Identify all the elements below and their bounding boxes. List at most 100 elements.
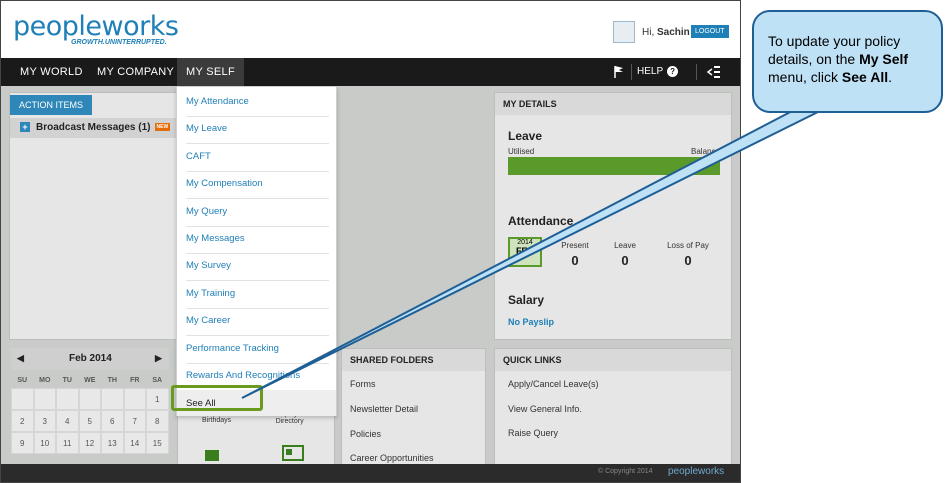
next-month-icon[interactable]: ▶ bbox=[155, 353, 162, 364]
main-nav: MY WORLD MY COMPANY MY SELF HELP? bbox=[1, 58, 740, 86]
utilised-label: Utilised bbox=[508, 147, 535, 156]
present-label: Present bbox=[561, 241, 589, 250]
attendance-month-box[interactable]: 2014 FEB bbox=[508, 237, 542, 267]
broadcast-messages[interactable]: + Broadcast Messages (1) NEW bbox=[20, 122, 171, 133]
nav-my-company[interactable]: MY COMPANY bbox=[88, 58, 183, 86]
folder-policies[interactable]: Policies bbox=[350, 429, 381, 439]
peopleworks-logo[interactable]: peopleworks bbox=[13, 11, 179, 42]
att-month: FEB bbox=[516, 246, 534, 256]
calendar-week: 9 10 11 12 13 14 15 bbox=[11, 432, 169, 454]
calendar-day[interactable]: 14 bbox=[123, 432, 146, 454]
nav-divider bbox=[631, 64, 632, 80]
calendar-day[interactable] bbox=[33, 388, 56, 410]
nav-my-self[interactable]: MY SELF bbox=[177, 58, 244, 86]
calendar-day[interactable] bbox=[56, 388, 79, 410]
calendar-day[interactable]: 12 bbox=[78, 432, 101, 454]
calendar-day[interactable]: 5 bbox=[78, 410, 101, 432]
calendar-day[interactable]: 2 bbox=[11, 410, 34, 432]
expand-icon: + bbox=[20, 122, 30, 132]
menu-item-my-survey[interactable]: My Survey bbox=[186, 260, 329, 281]
footer-brand: peopleworks bbox=[668, 466, 725, 477]
calendar-day[interactable] bbox=[78, 388, 101, 410]
calendar-day[interactable] bbox=[101, 388, 124, 410]
calendar-day[interactable]: 10 bbox=[33, 432, 56, 454]
salary-title: Salary bbox=[508, 293, 545, 307]
calendar-week: 1 bbox=[11, 388, 169, 410]
quick-link-general-info[interactable]: View General Info. bbox=[508, 404, 582, 414]
calendar-day[interactable]: 6 bbox=[101, 410, 124, 432]
my-details-panel: MY DETAILS Leave Utilised Balance Attend… bbox=[494, 92, 732, 340]
nav-my-world[interactable]: MY WORLD bbox=[11, 58, 92, 86]
balance-label: Balance bbox=[691, 147, 720, 156]
quick-link-raise-query[interactable]: Raise Query bbox=[508, 428, 558, 438]
help-button[interactable]: HELP? bbox=[637, 58, 679, 86]
calendar-day[interactable]: 1 bbox=[146, 388, 169, 410]
user-greeting: Hi, Sachin bbox=[642, 27, 690, 38]
quick-link-apply-leave[interactable]: Apply/Cancel Leave(s) bbox=[508, 379, 599, 389]
calendar-day[interactable]: 9 bbox=[11, 432, 34, 454]
dow-label: WE bbox=[84, 376, 96, 384]
menu-item-my-career[interactable]: My Career bbox=[186, 315, 329, 336]
app-window: peopleworks GROWTH.UNINTERRUPTED. Hi, Sa… bbox=[0, 0, 741, 483]
my-details-title: MY DETAILS bbox=[495, 93, 731, 115]
tagline: GROWTH.UNINTERRUPTED. bbox=[71, 39, 167, 46]
folder-forms[interactable]: Forms bbox=[350, 379, 376, 389]
user-name: Sachin bbox=[657, 27, 690, 38]
directory-card-icon bbox=[282, 445, 304, 461]
prev-month-icon[interactable]: ◀ bbox=[17, 353, 24, 364]
calendar-day[interactable]: 4 bbox=[56, 410, 79, 432]
calendar-day[interactable]: 11 bbox=[56, 432, 79, 454]
dimmed-dashboard: ACTION ITEMS + Broadcast Messages (1) NEW … bbox=[1, 86, 740, 466]
menu-item-caft[interactable]: CAFT bbox=[186, 151, 329, 172]
side-menu-icon[interactable] bbox=[706, 65, 720, 79]
broadcast-label: Broadcast Messages (1) bbox=[36, 122, 151, 133]
directory-label-line2: Directory bbox=[275, 418, 304, 425]
my-self-dropdown: My Attendance My Leave CAFT My Compensat… bbox=[176, 86, 337, 416]
callout-text-2: menu, click bbox=[768, 69, 842, 85]
callout-bold-2: See All bbox=[841, 69, 889, 85]
calendar-day[interactable] bbox=[123, 388, 146, 410]
folder-career[interactable]: Career Opportunities bbox=[350, 453, 434, 463]
app-header: peopleworks GROWTH.UNINTERRUPTED. Hi, Sa… bbox=[1, 1, 740, 58]
calendar-day[interactable]: 7 bbox=[123, 410, 146, 432]
menu-item-my-leave[interactable]: My Leave bbox=[186, 123, 329, 144]
logout-button[interactable]: LOGOUT bbox=[691, 25, 729, 38]
calendar-header: ◀ Feb 2014 ▶ bbox=[11, 348, 169, 370]
birthdays-label[interactable]: Birthdays bbox=[202, 417, 231, 424]
flag-icon[interactable] bbox=[613, 65, 625, 79]
calendar-day[interactable] bbox=[11, 388, 34, 410]
menu-item-my-training[interactable]: My Training bbox=[186, 288, 329, 309]
see-all-highlight bbox=[171, 385, 263, 411]
question-icon: ? bbox=[667, 66, 679, 77]
lop-value: 0 bbox=[684, 253, 692, 268]
folder-newsletter[interactable]: Newsletter Detail bbox=[350, 404, 418, 414]
calendar-month: Feb 2014 bbox=[69, 353, 112, 364]
calendar-day[interactable]: 3 bbox=[33, 410, 56, 432]
menu-item-my-query[interactable]: My Query bbox=[186, 206, 329, 227]
menu-item-my-attendance[interactable]: My Attendance bbox=[186, 96, 329, 117]
menu-item-my-messages[interactable]: My Messages bbox=[186, 233, 329, 254]
birthday-cake-icon bbox=[205, 450, 219, 461]
calendar-day[interactable]: 15 bbox=[146, 432, 169, 454]
lop-label: Loss of Pay bbox=[667, 241, 709, 250]
callout-text-3: . bbox=[888, 69, 892, 85]
payslip-link[interactable]: No Payslip bbox=[508, 317, 554, 327]
calendar-grid: SU MO TU WE TH FR SA 1 2 3 4 5 6 7 8 9 1… bbox=[11, 372, 169, 454]
screenshot-stage: peopleworks GROWTH.UNINTERRUPTED. Hi, Sa… bbox=[0, 0, 947, 483]
nav-divider bbox=[696, 64, 697, 80]
avatar[interactable] bbox=[613, 21, 635, 43]
present-value: 0 bbox=[571, 253, 579, 268]
callout-bold-1: My Self bbox=[859, 51, 909, 67]
dow-label: MO bbox=[39, 376, 51, 384]
shared-folders-title: SHARED FOLDERS bbox=[342, 349, 485, 371]
tab-action-items[interactable]: ACTION ITEMS bbox=[10, 95, 93, 115]
calendar-week: 2 3 4 5 6 7 8 bbox=[11, 410, 169, 432]
calendar-day[interactable]: 8 bbox=[146, 410, 169, 432]
menu-item-my-compensation[interactable]: My Compensation bbox=[186, 178, 329, 199]
greeting-prefix: Hi, bbox=[642, 27, 657, 38]
dow-label: TU bbox=[62, 376, 72, 384]
calendar-day[interactable]: 13 bbox=[101, 432, 124, 454]
menu-item-performance-tracking[interactable]: Performance Tracking bbox=[186, 343, 329, 364]
att-leave-value: 0 bbox=[621, 253, 629, 268]
leave-balance-bar bbox=[508, 157, 720, 175]
